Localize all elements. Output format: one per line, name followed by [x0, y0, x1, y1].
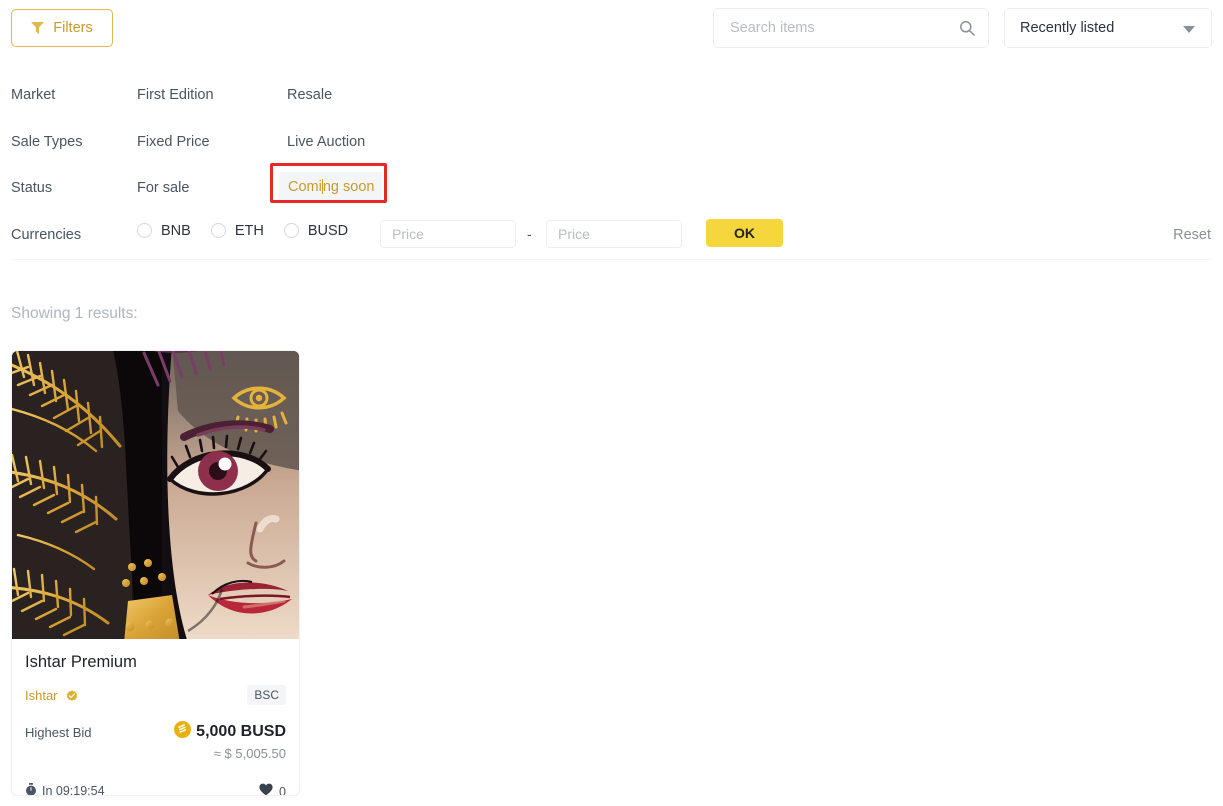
nft-artwork[interactable] [12, 351, 299, 639]
price-min-input[interactable] [380, 219, 516, 248]
nft-card-body: Ishtar Premium Ishtar BSC Highest Bid 5,… [12, 653, 299, 796]
nft-bid-label: Highest Bid [25, 725, 92, 740]
filters-button-label: Filters [53, 20, 93, 36]
busd-coin-icon [174, 721, 192, 743]
currency-label-eth: ETH [234, 222, 264, 239]
nft-bid-row: Highest Bid 5,000 BUSD ≈ $ 5,005.50 [25, 721, 286, 761]
nft-bid-amount: 5,000 BUSD [196, 723, 286, 740]
currency-radio-busd[interactable]: BUSD [283, 222, 349, 239]
currency-label-busd: BUSD [307, 222, 349, 239]
nft-like-count: 0 [279, 785, 286, 796]
price-range-separator: - [527, 225, 532, 242]
nft-bid-value-group: 5,000 BUSD [174, 721, 286, 743]
stopwatch-icon [25, 783, 37, 795]
filter-row-currencies: Currencies BNB ETH BUSD - OK Reset [0, 215, 1223, 262]
filter-option-live-auction[interactable]: Live Auction [287, 134, 365, 150]
nft-countdown: In 09:19:54 [25, 783, 286, 796]
currency-label-bnb: BNB [161, 222, 191, 239]
heart-icon[interactable] [259, 783, 273, 795]
filter-label-sale-types: Sale Types [11, 133, 83, 150]
filter-row-market: Market First Edition Resale [0, 75, 1223, 122]
nft-countdown-text: In 09:19:54 [42, 784, 105, 796]
filter-option-fixed-price[interactable]: Fixed Price [137, 134, 210, 150]
search-icon[interactable] [959, 20, 975, 36]
filter-option-coming-soon[interactable]: Coming soon [279, 172, 383, 203]
radio-circle-icon[interactable] [283, 223, 299, 238]
funnel-icon [31, 22, 45, 34]
nft-title: Ishtar Premium [25, 653, 137, 671]
nft-like-button[interactable]: 0 [259, 783, 286, 796]
results-count-text: Showing 1 results: [11, 305, 138, 322]
filters-panel: Market First Edition Resale Sale Types F… [0, 75, 1223, 261]
filter-option-resale[interactable]: Resale [287, 87, 332, 103]
search-input[interactable] [728, 10, 938, 46]
filter-option-coming-soon-label: Coming soon [288, 179, 375, 195]
radio-circle-icon[interactable] [137, 223, 152, 238]
nft-chain-badge: BSC [247, 685, 286, 705]
filters-divider [11, 259, 1212, 260]
nft-footer-row: In 09:19:54 0 [25, 783, 286, 796]
reset-filters-link[interactable]: Reset [1173, 227, 1211, 243]
chevron-down-icon [1183, 26, 1195, 33]
filter-row-sale-types: Sale Types Fixed Price Live Auction [0, 122, 1223, 169]
nft-bid-usd-equivalent: ≈ $ 5,005.50 [213, 746, 286, 761]
nft-card[interactable]: Ishtar Premium Ishtar BSC Highest Bid 5,… [11, 350, 300, 796]
toolbar: Filters Recently listed [0, 0, 1223, 56]
price-max-input[interactable] [546, 219, 682, 248]
radio-circle-icon[interactable] [210, 223, 226, 238]
currency-radio-bnb[interactable]: BNB [137, 223, 191, 239]
filter-label-market: Market [11, 87, 56, 103]
filters-button[interactable]: Filters [11, 9, 113, 47]
filter-option-for-sale[interactable]: For sale [137, 180, 189, 196]
filter-row-status: Status For sale Coming soon [0, 168, 1223, 215]
filter-label-currencies: Currencies [11, 226, 82, 243]
sort-dropdown[interactable]: Recently listed [1004, 8, 1212, 48]
nft-creator-name[interactable]: Ishtar [25, 688, 58, 703]
search-box[interactable] [713, 8, 989, 48]
currency-radio-group: BNB ETH BUSD [137, 223, 368, 239]
currency-radio-eth[interactable]: ETH [210, 222, 264, 239]
nft-creator-row: Ishtar BSC [25, 685, 286, 707]
marketplace-page: Filters Recently listed Market First Edi… [0, 0, 1223, 806]
text-cursor [321, 179, 323, 194]
price-ok-button[interactable]: OK [706, 218, 783, 247]
filter-label-status: Status [11, 180, 53, 196]
sort-dropdown-value: Recently listed [1020, 20, 1115, 36]
filter-option-first-edition[interactable]: First Edition [137, 87, 214, 103]
verified-badge-icon [66, 689, 78, 707]
